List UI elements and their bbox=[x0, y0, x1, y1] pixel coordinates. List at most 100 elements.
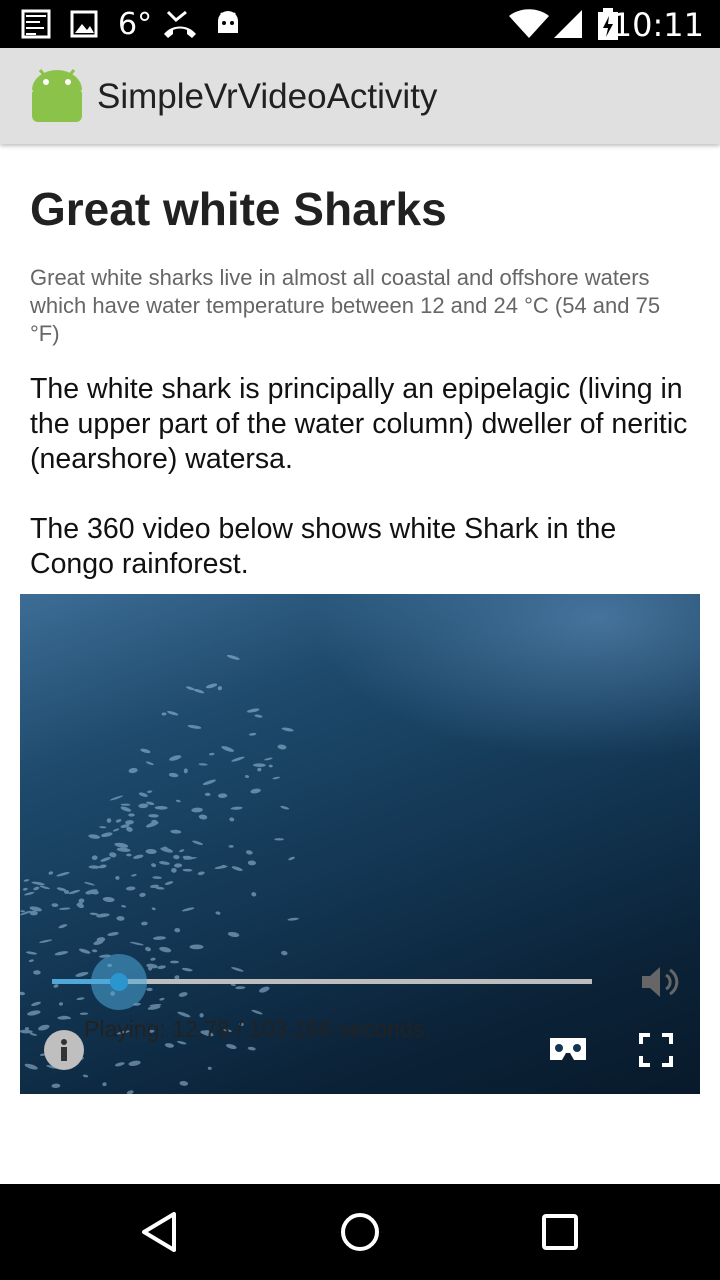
fish-streak bbox=[159, 946, 172, 953]
temperature-readout: 6° bbox=[118, 7, 153, 42]
fish-streak bbox=[58, 924, 68, 929]
fish-streak bbox=[100, 857, 111, 862]
status-clock: 10:11 bbox=[611, 6, 704, 44]
cardboard-vr-icon bbox=[550, 1038, 586, 1060]
fish-streak bbox=[56, 872, 70, 877]
fish-streak bbox=[230, 806, 243, 810]
fish-streak bbox=[96, 913, 110, 918]
fish-streak bbox=[145, 848, 157, 855]
fish-streak bbox=[114, 1062, 125, 1067]
seek-bar[interactable] bbox=[52, 954, 592, 1010]
android-logo-icon bbox=[30, 68, 84, 124]
back-icon bbox=[142, 1212, 176, 1252]
article-subtext: Great white sharks live in almost all co… bbox=[30, 265, 661, 346]
info-icon bbox=[61, 1039, 67, 1061]
fish-streak bbox=[274, 838, 284, 841]
fish-streak bbox=[231, 756, 245, 762]
fish-streak bbox=[128, 1060, 141, 1066]
fish-streak bbox=[98, 864, 107, 869]
image-icon bbox=[70, 8, 98, 40]
fish-streak bbox=[133, 854, 144, 859]
fish-streak bbox=[121, 905, 127, 908]
info-button[interactable] bbox=[44, 1030, 84, 1070]
recents-button[interactable] bbox=[536, 1208, 584, 1256]
volume-button[interactable] bbox=[640, 962, 684, 1002]
fish-streak bbox=[27, 1010, 41, 1016]
fish-streak bbox=[151, 863, 157, 868]
fish-streak bbox=[57, 1016, 69, 1020]
fish-streak bbox=[33, 886, 40, 891]
fish-streak bbox=[128, 813, 135, 817]
fish-streak bbox=[191, 807, 203, 813]
fish-streak bbox=[139, 892, 146, 898]
fish-streak bbox=[33, 970, 41, 975]
fish-streak bbox=[68, 889, 81, 895]
fish-streak bbox=[217, 793, 228, 799]
signal-icon bbox=[552, 8, 584, 40]
article-heading: Great white Sharks bbox=[30, 183, 447, 235]
fish-streak bbox=[229, 817, 235, 822]
fish-streak bbox=[173, 854, 180, 860]
fish-streak bbox=[187, 724, 202, 729]
fish-streak bbox=[120, 803, 131, 806]
fish-streak bbox=[231, 866, 243, 871]
fish-streak bbox=[170, 829, 182, 834]
fish-streak bbox=[138, 803, 149, 809]
fish-streak bbox=[179, 849, 185, 853]
fish-streak bbox=[128, 767, 138, 774]
fish-streak bbox=[84, 881, 95, 886]
fish-streak bbox=[251, 892, 257, 897]
fish-streak bbox=[169, 755, 182, 761]
fish-streak bbox=[207, 1066, 212, 1070]
fish-streak bbox=[204, 792, 211, 797]
fish-streak bbox=[198, 763, 208, 766]
fish-streak bbox=[226, 654, 240, 660]
fish-streak bbox=[272, 776, 281, 780]
android-debug-icon bbox=[214, 8, 242, 40]
fish-streak bbox=[175, 799, 181, 803]
seek-thumb[interactable] bbox=[110, 973, 128, 991]
fish-streak bbox=[151, 907, 156, 911]
fish-streak bbox=[198, 814, 208, 820]
back-button[interactable] bbox=[136, 1208, 184, 1256]
fish-streak bbox=[48, 871, 54, 875]
fullscreen-button[interactable] bbox=[638, 1032, 674, 1068]
fish-streak bbox=[91, 855, 98, 861]
fish-streak bbox=[58, 907, 71, 910]
playback-status: Playing: 12.78 / 103.166 seconds. bbox=[84, 1016, 431, 1042]
screenshot-icon bbox=[20, 8, 52, 40]
fish-streak bbox=[120, 806, 132, 812]
fish-streak bbox=[244, 775, 250, 778]
fish-streak bbox=[197, 871, 205, 876]
fish-streak bbox=[250, 788, 261, 794]
fish-streak bbox=[131, 874, 137, 877]
fish-streak bbox=[39, 885, 50, 890]
fish-streak bbox=[112, 828, 120, 832]
fish-streak bbox=[208, 752, 215, 756]
fish-streak bbox=[179, 1080, 189, 1086]
fish-streak bbox=[39, 939, 53, 943]
fish-streak bbox=[277, 744, 287, 750]
fish-streak bbox=[251, 1009, 263, 1015]
fish-streak bbox=[193, 688, 205, 694]
fish-streak bbox=[221, 746, 235, 752]
missed-call-icon bbox=[162, 8, 198, 40]
fish-streak bbox=[141, 921, 148, 926]
fish-streak bbox=[116, 916, 125, 921]
navigation-bar bbox=[0, 1184, 720, 1280]
fish-streak bbox=[192, 840, 204, 846]
fish-streak bbox=[217, 686, 223, 691]
fish-streak bbox=[280, 805, 290, 810]
fish-streak bbox=[247, 860, 256, 866]
article-paragraph-1: The white shark is principally an epipel… bbox=[30, 373, 688, 475]
cardboard-vr-button[interactable] bbox=[548, 1034, 588, 1064]
fish-streak bbox=[109, 795, 124, 801]
fish-streak bbox=[107, 932, 119, 936]
home-button[interactable] bbox=[336, 1208, 384, 1256]
fish-streak bbox=[24, 891, 35, 896]
fish-streak bbox=[158, 861, 170, 865]
fish-streak bbox=[125, 886, 136, 891]
fullscreen-icon bbox=[639, 1033, 673, 1067]
fish-streak bbox=[181, 907, 195, 912]
fish-streak bbox=[202, 779, 216, 786]
